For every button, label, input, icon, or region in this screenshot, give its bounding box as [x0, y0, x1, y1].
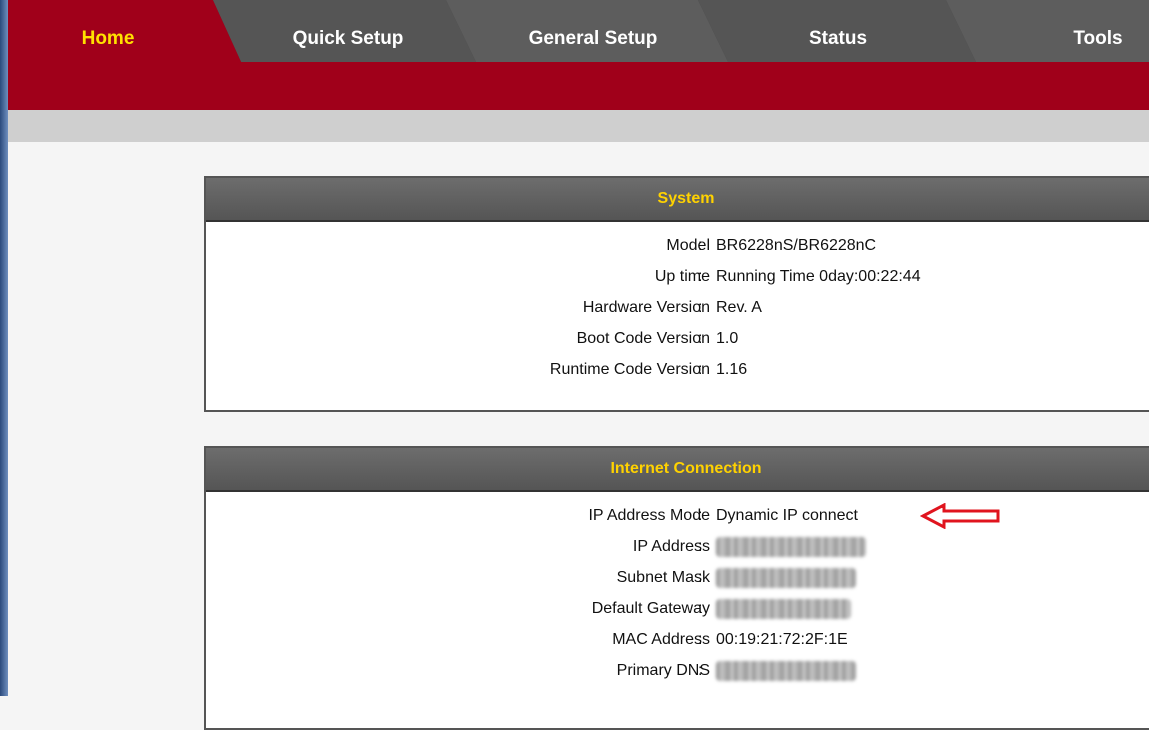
system-row-model: Model : BR6228nS/BR6228nC [206, 230, 1149, 261]
row-separator: : [698, 299, 703, 316]
row-value: Running Time 0day:00:22:44 [716, 268, 921, 285]
redacted-value [716, 531, 866, 562]
system-row-hardware-version: Hardware Version : Rev. A [206, 292, 1149, 323]
row-label: Subnet Mask [616, 569, 710, 586]
tab-general-setup[interactable]: General Setup [478, 0, 708, 66]
system-row-uptime: Up time : Running Time 0day:00:22:44 [206, 261, 1149, 292]
internet-row-default-gateway: Default Gateway : [206, 593, 1149, 624]
row-value: 1.0 [716, 330, 739, 347]
row-label: Model [666, 237, 710, 254]
system-row-runtime-code-version: Runtime Code Version : 1.16 [206, 354, 1149, 385]
redacted-value [716, 655, 856, 686]
header-band [8, 62, 1149, 110]
row-separator: : [698, 330, 703, 347]
row-separator: : [698, 268, 703, 285]
row-value: Dynamic IP connect [716, 507, 858, 524]
redacted-value [716, 562, 856, 593]
row-label: Runtime Code Version [549, 361, 710, 378]
row-separator: : [698, 600, 703, 617]
row-label: Primary DNS [616, 662, 710, 679]
row-separator: : [698, 361, 703, 378]
tab-status[interactable]: Status [728, 0, 948, 66]
internet-row-ip-address: IP Address : [206, 531, 1149, 562]
row-value: 1.16 [716, 361, 748, 378]
row-separator: : [698, 507, 703, 524]
internet-row-subnet-mask: Subnet Mask : [206, 562, 1149, 593]
row-label: Default Gateway [591, 600, 710, 617]
row-separator: : [698, 662, 703, 679]
left-arrow-annotation-icon [920, 503, 1000, 529]
sub-header-band [8, 110, 1149, 142]
row-value: BR6228nS/BR6228nC [716, 237, 877, 254]
row-separator: : [698, 631, 703, 648]
row-label: IP Address Mode [588, 507, 710, 524]
main-nav: Home Quick Setup General Setup Status To… [8, 0, 1149, 66]
row-label: Boot Code Version [576, 330, 710, 347]
row-separator: : [698, 569, 703, 586]
redacted-value [716, 593, 851, 624]
tab-quick-setup[interactable]: Quick Setup [238, 0, 458, 66]
tab-tools[interactable]: Tools [1028, 0, 1149, 66]
system-panel: System Model : BR6228nS/BR6228nC Up time… [204, 176, 1149, 412]
row-value: Rev. A [716, 299, 762, 316]
row-value: 00:19:21:72:2F:1E [716, 631, 848, 648]
internet-row-ip-mode: IP Address Mode : Dynamic IP connect [206, 500, 1149, 531]
internet-row-primary-dns: Primary DNS : [206, 655, 1149, 686]
row-label: MAC Address [612, 631, 710, 648]
system-panel-title: System [206, 178, 1149, 222]
internet-row-mac-address: MAC Address : 00:19:21:72:2F:1E [206, 624, 1149, 655]
row-separator: : [698, 538, 703, 555]
content-area: System Model : BR6228nS/BR6228nC Up time… [8, 142, 1149, 730]
internet-connection-panel: Internet Connection IP Address Mode : Dy… [204, 446, 1149, 730]
row-separator: : [698, 237, 703, 254]
tab-home[interactable]: Home [8, 0, 208, 66]
window-left-edge [0, 0, 8, 696]
row-label: Hardware Version [582, 299, 710, 316]
internet-panel-title: Internet Connection [206, 448, 1149, 492]
system-row-boot-code-version: Boot Code Version : 1.0 [206, 323, 1149, 354]
